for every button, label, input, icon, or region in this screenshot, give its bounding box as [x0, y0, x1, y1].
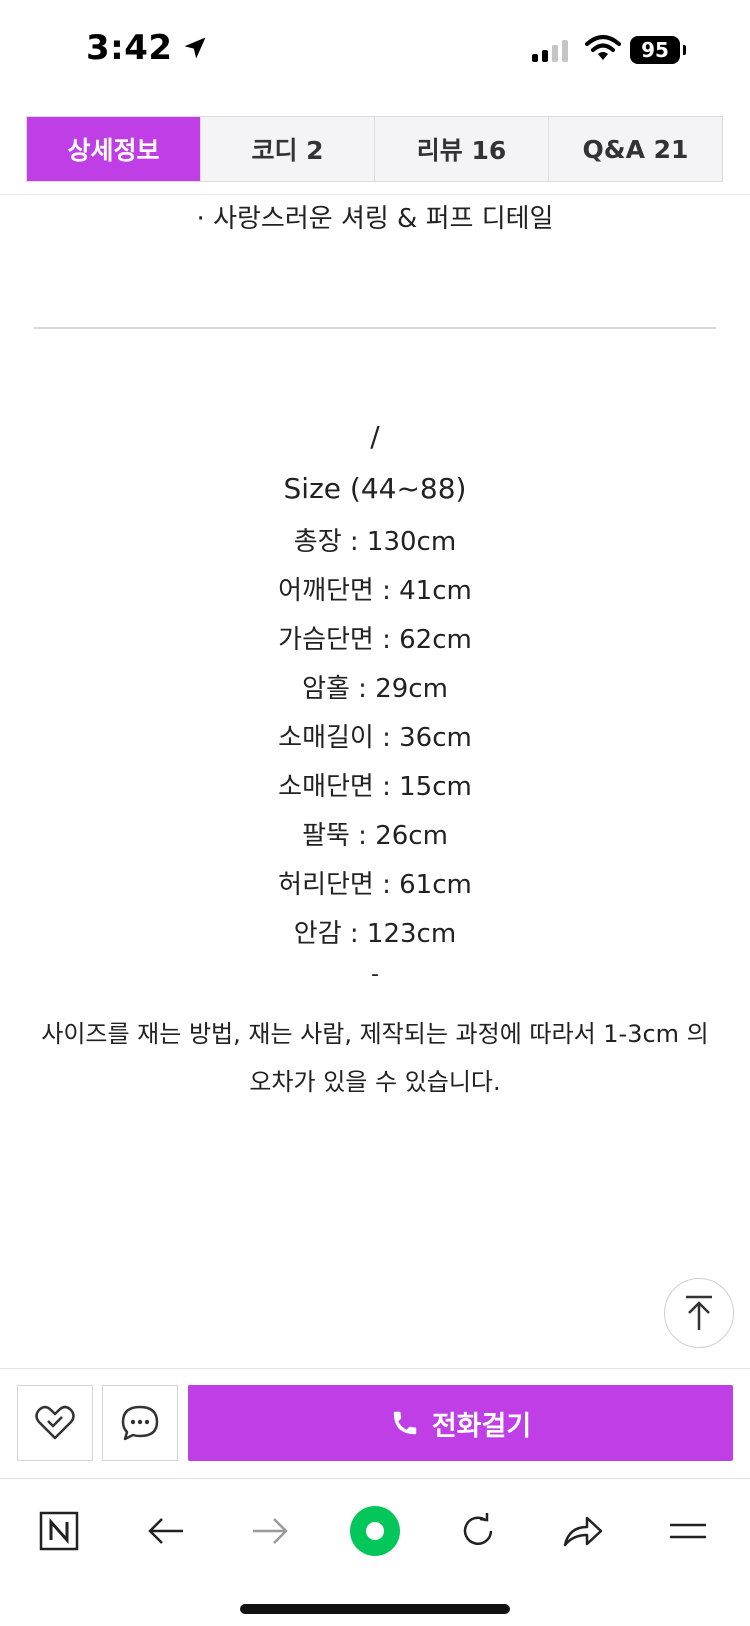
purchase-action-bar: 전화걸기 [0, 1368, 750, 1478]
product-tabs: 상세정보 코디 2 리뷰 16 Q&A 21 [26, 116, 723, 182]
naver-n-icon [39, 1511, 79, 1551]
status-time: 3:42 [86, 28, 209, 68]
forward-button[interactable] [240, 1501, 300, 1561]
refresh-icon [463, 1513, 493, 1545]
back-button[interactable] [136, 1501, 196, 1561]
tab-reviews[interactable]: 리뷰 16 [374, 117, 548, 181]
chat-bubble-icon [121, 1405, 159, 1441]
separator-slash: / [370, 420, 380, 453]
tab-qna[interactable]: Q&A 21 [548, 117, 722, 181]
chat-button[interactable] [102, 1385, 178, 1461]
menu-icon [670, 1523, 706, 1539]
green-dot-button[interactable] [345, 1501, 405, 1561]
size-spec-list: 총장 : 130cm 어깨단면 : 41cm 가슴단면 : 62cm 암홀 : … [0, 522, 750, 963]
battery-level: 95 [641, 38, 669, 62]
spec-upper-arm: 팔뚝 : 26cm [302, 821, 448, 851]
cellular-signal-icon [532, 38, 568, 62]
like-button[interactable] [17, 1385, 93, 1461]
spec-armhole: 암홀 : 29cm [302, 674, 448, 704]
heart-check-icon [35, 1405, 75, 1440]
forward-arrow-icon [253, 1518, 288, 1544]
spec-shoulder: 어깨단면 : 41cm [278, 576, 472, 606]
browser-toolbar [0, 1478, 750, 1582]
share-button[interactable] [553, 1501, 613, 1561]
refresh-button[interactable] [448, 1501, 508, 1561]
spec-sleeve-width: 소매단면 : 15cm [278, 772, 472, 802]
battery-indicator: 95 [630, 36, 686, 64]
spec-lining: 안감 : 123cm [293, 919, 457, 949]
separator-dash: - [371, 962, 379, 987]
share-icon [563, 1516, 603, 1547]
call-button[interactable]: 전화걸기 [188, 1385, 733, 1461]
spec-sleeve-length: 소매길이 : 36cm [278, 723, 472, 753]
spec-waist: 허리단면 : 61cm [278, 870, 472, 900]
feature-description: · 사랑스러운 셔링 & 퍼프 디테일 [196, 204, 554, 234]
naver-home-button[interactable] [29, 1501, 89, 1561]
status-bar: 3:42 95 [0, 0, 750, 100]
spec-total-length: 총장 : 130cm [293, 527, 457, 557]
tab-divider [0, 194, 750, 195]
arrow-up-icon [686, 1295, 712, 1330]
location-arrow-icon [184, 37, 206, 59]
green-dot-icon [350, 1506, 400, 1556]
size-title: Size (44~88) [283, 472, 467, 505]
wifi-icon [585, 35, 621, 60]
call-button-label: 전화걸기 [431, 1410, 532, 1442]
size-note: 사이즈를 재는 방법, 재는 사람, 제작되는 과정에 따라서 1-3cm 의 … [41, 1020, 709, 1096]
section-divider [34, 327, 716, 329]
spec-chest: 가슴단면 : 62cm [278, 625, 472, 655]
phone-icon [393, 1411, 417, 1435]
tab-details[interactable]: 상세정보 [27, 117, 200, 181]
tab-coordi[interactable]: 코디 2 [200, 117, 374, 181]
back-arrow-icon [148, 1518, 183, 1544]
home-indicator [240, 1604, 510, 1614]
scroll-top-button[interactable] [664, 1278, 734, 1348]
menu-button[interactable] [658, 1501, 718, 1561]
